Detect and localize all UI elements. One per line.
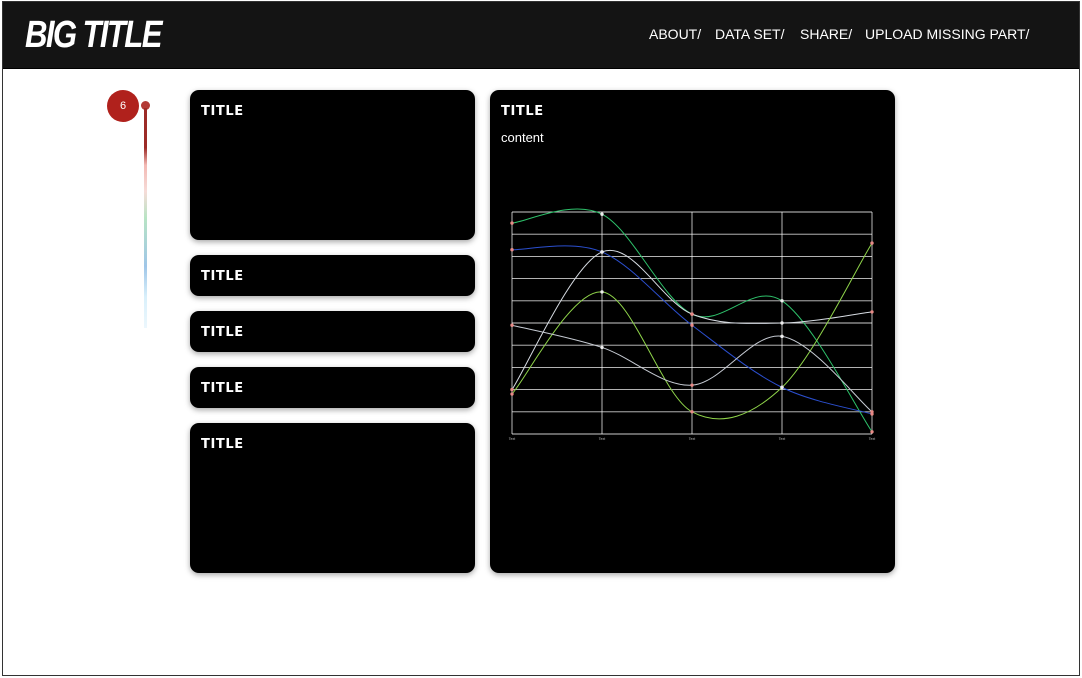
top-navbar: BIG TITLE ABOUT/ DATA SET/ SHARE/ UPLOAD… xyxy=(3,2,1079,69)
card-row-3[interactable]: TITLE xyxy=(190,367,475,408)
card-top[interactable]: TITLE xyxy=(190,90,475,240)
data-point xyxy=(690,312,694,316)
x-tick-label: Text xyxy=(599,437,605,441)
data-point xyxy=(870,430,874,434)
card-title: TITLE xyxy=(201,104,244,119)
line-chart: Text Text Text Text Text xyxy=(509,208,875,441)
chart-card: TITLE content Text Text Text Text Text xyxy=(490,90,895,573)
timeline-step-badge[interactable]: 6 xyxy=(107,90,139,122)
data-point xyxy=(690,410,694,414)
data-point xyxy=(780,334,784,339)
data-point xyxy=(510,248,514,252)
data-point xyxy=(600,212,604,216)
data-point xyxy=(510,392,514,396)
data-point xyxy=(870,241,874,245)
data-point xyxy=(510,221,514,225)
nav-data-set-link[interactable]: DATA SET/ xyxy=(715,25,785,43)
page-frame: BIG TITLE ABOUT/ DATA SET/ SHARE/ UPLOAD… xyxy=(2,1,1080,676)
data-point xyxy=(510,387,514,392)
card-row-1[interactable]: TITLE xyxy=(190,255,475,296)
card-bottom[interactable]: TITLE xyxy=(190,423,475,573)
nav-about-link[interactable]: ABOUT/ xyxy=(649,25,701,43)
card-title: TITLE xyxy=(201,325,244,340)
data-point xyxy=(510,323,514,327)
data-point xyxy=(600,345,604,350)
timeline-track[interactable] xyxy=(144,108,147,328)
card-row-2[interactable]: TITLE xyxy=(190,311,475,352)
x-tick-label: Text xyxy=(869,437,875,441)
data-point xyxy=(600,250,604,254)
nav-share-link[interactable]: SHARE/ xyxy=(800,25,852,43)
data-point xyxy=(870,410,874,414)
data-point xyxy=(600,290,604,294)
data-point xyxy=(780,299,784,303)
card-title: TITLE xyxy=(201,437,244,452)
x-tick-label: Text xyxy=(689,437,695,441)
card-title: TITLE xyxy=(201,381,244,396)
x-tick-label: Text xyxy=(509,437,515,441)
data-point xyxy=(780,385,784,390)
chart-card-title: TITLE xyxy=(501,104,544,119)
data-point xyxy=(780,321,784,325)
chart-card-content: content xyxy=(501,130,544,145)
card-title: TITLE xyxy=(201,269,244,284)
nav-upload-missing-part-link[interactable]: UPLOAD MISSING PART/ xyxy=(865,25,1029,43)
x-tick-label: Text xyxy=(779,437,785,441)
data-point xyxy=(870,310,874,314)
brand-logo[interactable]: BIG TITLE xyxy=(25,12,162,58)
data-point xyxy=(690,323,694,327)
data-point xyxy=(690,383,694,387)
